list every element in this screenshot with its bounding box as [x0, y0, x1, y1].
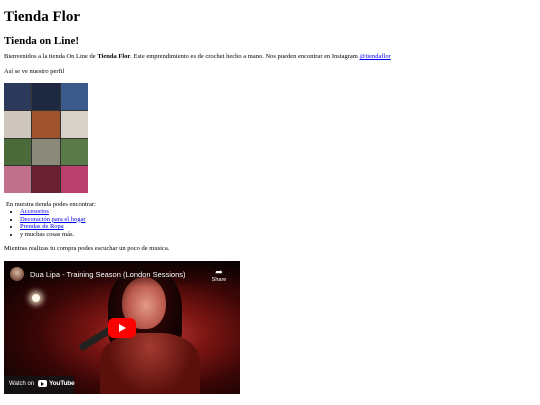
play-button[interactable] [108, 318, 136, 338]
youtube-logo-icon [38, 380, 47, 387]
watch-on-label: Watch on [9, 381, 35, 387]
stage-light [32, 294, 40, 302]
list-item: y muchas cosas más. [20, 231, 86, 239]
watch-on-youtube-button[interactable]: Watch on YouTube [4, 376, 75, 394]
youtube-wordmark: YouTube [49, 380, 75, 387]
profile-tile [32, 138, 60, 166]
profile-tile [4, 166, 32, 193]
welcome-text-end: . Este emprendimiento es de crochet hech… [130, 53, 360, 60]
channel-avatar[interactable] [10, 267, 24, 281]
profile-tile [32, 166, 60, 193]
share-icon: ➦ [215, 267, 223, 277]
share-label: Share [211, 277, 227, 283]
list-item: Accesorios [20, 208, 86, 216]
welcome-paragraph: Bienvenidos a la tienda On Line de Tiend… [4, 53, 391, 61]
catalog-link-prendas[interactable]: Prendas de Ropa [20, 223, 64, 230]
profile-tile [60, 110, 88, 138]
play-icon [119, 324, 126, 332]
page-title: Tienda Flor [4, 9, 80, 25]
profile-tile [60, 138, 88, 166]
music-caption: Mientras realizas tu compra podes escuch… [4, 245, 170, 252]
instagram-link[interactable]: @tiendaflor [360, 53, 391, 60]
profile-tile [4, 138, 32, 166]
profile-caption: Así se ve nuestro perfil [4, 68, 65, 75]
profile-tile [32, 83, 60, 110]
profile-tile [4, 83, 32, 110]
instagram-profile-image [4, 83, 88, 193]
catalog-list: Accesorios Decoración para el hogar Pren… [4, 208, 86, 238]
singer-body [100, 333, 200, 394]
catalog-link-decoracion[interactable]: Decoración para el hogar [20, 216, 86, 223]
youtube-embed[interactable]: Dua Lipa - Training Season (London Sessi… [4, 261, 240, 394]
profile-tile [4, 110, 32, 138]
catalog-link-accesorios[interactable]: Accesorios [20, 208, 49, 215]
profile-tile [60, 83, 88, 110]
catalog-more-text: y muchas cosas más. [20, 230, 75, 238]
profile-tile [60, 166, 88, 193]
store-name: Tienda Flor [97, 53, 131, 60]
share-button[interactable]: ➦ Share [208, 267, 230, 284]
list-item: Decoración para el hogar [20, 216, 86, 224]
list-item: Prendas de Ropa [20, 223, 86, 231]
welcome-text-start: Bienvenidos a la tienda On Line de [4, 53, 98, 60]
page-subtitle: Tienda on Line! [4, 35, 79, 47]
profile-tile [32, 110, 60, 138]
video-title[interactable]: Dua Lipa - Training Season (London Sessi… [30, 270, 186, 279]
